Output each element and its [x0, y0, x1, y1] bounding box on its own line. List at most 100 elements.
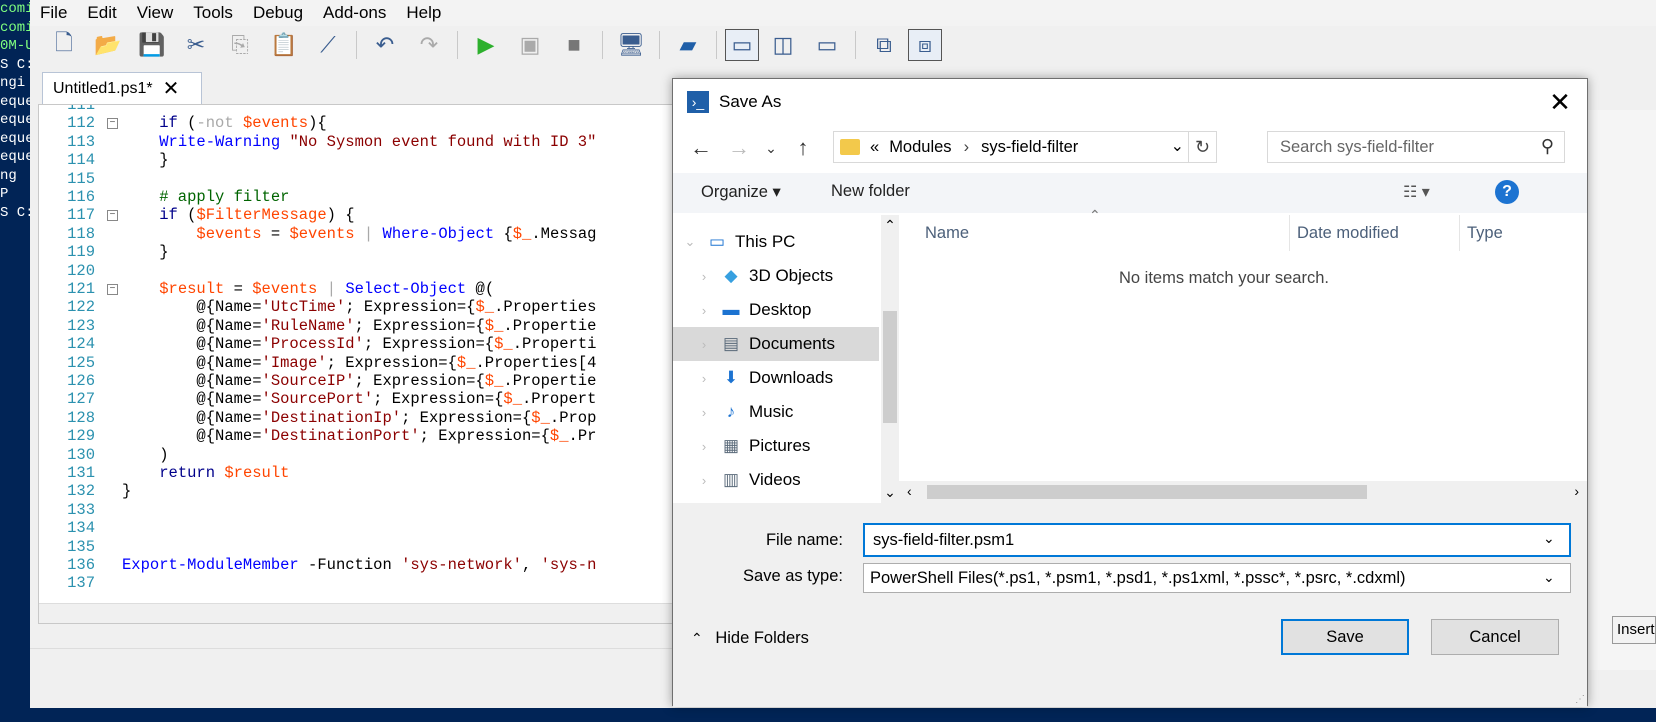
menu-addons[interactable]: Add-ons — [313, 0, 396, 26]
stop-icon[interactable]: ■ — [554, 29, 594, 61]
file-name-field[interactable] — [863, 523, 1571, 557]
editor-horizontal-scrollbar[interactable] — [39, 603, 697, 623]
layout-top-icon[interactable]: ▭ — [725, 29, 759, 61]
menu-debug[interactable]: Debug — [243, 0, 313, 26]
address-dropdown-chevron-icon[interactable]: ⌄ — [1171, 136, 1184, 156]
nav-pane-scrollbar[interactable]: ⌃ ⌄ — [881, 215, 899, 503]
show-command-icon[interactable]: ⧉ — [864, 29, 904, 61]
help-icon[interactable]: ? — [1495, 180, 1519, 204]
breadcrumb-modules[interactable]: Modules — [889, 138, 951, 157]
search-input[interactable]: Search sys-field-filter ⚲ — [1267, 131, 1565, 163]
scroll-thumb[interactable] — [883, 311, 897, 423]
save-as-type-label: Save as type: — [743, 567, 843, 585]
column-type[interactable]: Type — [1459, 215, 1503, 251]
run-script-icon[interactable]: ▶ — [466, 29, 506, 61]
column-date-modified[interactable]: Date modified — [1289, 215, 1399, 251]
scroll-thumb[interactable] — [927, 485, 1367, 499]
line-number: 114 — [67, 151, 95, 170]
nav-item-music[interactable]: › ♪ Music — [673, 395, 879, 429]
collapse-chevron-icon[interactable]: › — [695, 269, 713, 284]
save-as-type-chevron-icon[interactable]: ⌄ — [1543, 569, 1555, 586]
save-icon[interactable]: 💾 — [132, 29, 172, 61]
code-line: 137 — [39, 574, 697, 593]
cancel-button[interactable]: Cancel — [1431, 619, 1559, 655]
fold-toggle-icon[interactable]: − — [107, 284, 118, 295]
nav-item-downloads[interactable]: › ⬇ Downloads — [673, 361, 879, 395]
file-name-dropdown-chevron-icon[interactable]: ⌄ — [1543, 530, 1555, 547]
nav-item-videos[interactable]: › ▥ Videos — [673, 463, 879, 497]
redo-icon[interactable]: ↷ — [409, 29, 449, 61]
tab-title: Untitled1.ps1* — [53, 79, 153, 97]
code-text: } — [122, 243, 169, 262]
close-icon[interactable]: ✕ — [1543, 85, 1577, 119]
column-name[interactable]: Name — [917, 215, 969, 251]
powershell-console-icon[interactable]: ▰ — [668, 29, 708, 61]
scroll-down-icon[interactable]: ⌄ — [881, 484, 899, 501]
clear-console-icon[interactable]: ⟋ — [308, 29, 348, 61]
refresh-icon[interactable]: ↻ — [1188, 132, 1216, 162]
new-file-icon[interactable]: 🗋 — [44, 29, 84, 61]
fold-toggle-icon[interactable]: − — [107, 118, 118, 130]
pictures-icon: ▦ — [722, 436, 740, 455]
line-number: 121 — [67, 280, 95, 298]
this-pc-icon: ▭ — [708, 232, 726, 251]
collapse-chevron-icon[interactable]: › — [695, 439, 713, 454]
cut-icon[interactable]: ✂ — [176, 29, 216, 61]
collapse-chevron-icon[interactable]: › — [695, 473, 713, 488]
breadcrumb-sys-field-filter[interactable]: sys-field-filter — [981, 138, 1078, 157]
nav-item-3d-objects[interactable]: › ◆ 3D Objects — [673, 259, 879, 293]
address-bar[interactable]: « Modules › sys-field-filter ⌄ ↻ — [833, 131, 1217, 163]
menu-tools[interactable]: Tools — [183, 0, 243, 26]
remote-powershell-icon[interactable]: 🖥 — [611, 29, 651, 61]
code-text: @{Name='DestinationIp'; Expression={$_.P… — [122, 408, 597, 427]
scroll-up-icon[interactable]: ⌃ — [881, 217, 899, 234]
up-arrow-icon[interactable]: ↑ — [789, 133, 817, 163]
script-editor[interactable]: 111 112− if (-not $events){113 Write-Warn… — [38, 104, 698, 624]
show-addon-icon[interactable]: ⧈ — [908, 29, 942, 61]
nav-item-desktop[interactable]: › ▬ Desktop — [673, 293, 879, 327]
hide-folders-toggle[interactable]: ⌃ Hide Folders — [691, 629, 809, 648]
menu-file[interactable]: File — [30, 0, 77, 26]
recent-locations-chevron-icon[interactable]: ⌄ — [757, 133, 785, 163]
collapse-chevron-icon[interactable]: › — [695, 405, 713, 420]
scroll-left-icon[interactable]: ‹ — [907, 483, 912, 499]
run-selection-icon[interactable]: ▣ — [510, 29, 550, 61]
change-view-icon[interactable]: ☷ ▾ — [1403, 182, 1430, 202]
save-as-type-select[interactable]: PowerShell Files(*.ps1, *.psm1, *.psd1, … — [863, 563, 1571, 593]
menu-help[interactable]: Help — [396, 0, 451, 26]
new-folder-button[interactable]: New folder — [831, 182, 910, 201]
code-line: 124 @{Name='ProcessId'; Expression={$_.P… — [39, 335, 697, 354]
layout-right-icon[interactable]: ◫ — [763, 29, 803, 61]
line-number: 119 — [67, 243, 95, 262]
fold-toggle-icon[interactable]: − — [107, 210, 118, 222]
collapse-chevron-icon[interactable]: › — [695, 337, 713, 352]
resize-grip-icon[interactable]: ⋰ — [1575, 694, 1585, 705]
layout-max-icon[interactable]: ▭ — [807, 29, 847, 61]
copy-icon[interactable]: ⎘ — [220, 29, 260, 61]
dialog-footer: File name: ⌄ Save as type: PowerShell Fi… — [673, 503, 1587, 707]
back-arrow-icon[interactable]: ← — [687, 133, 715, 163]
nav-item-documents[interactable]: › ▤ Documents — [673, 327, 879, 361]
collapse-chevron-icon[interactable]: › — [695, 303, 713, 318]
menu-view[interactable]: View — [127, 0, 184, 26]
close-tab-icon[interactable]: ✕ — [163, 76, 180, 101]
insert-button[interactable]: Insert — [1612, 616, 1656, 644]
menu-edit[interactable]: Edit — [77, 0, 126, 26]
nav-item-pictures[interactable]: › ▦ Pictures — [673, 429, 879, 463]
code-line: 126 @{Name='SourceIP'; Expression={$_.Pr… — [39, 372, 697, 391]
address-overflow-icon[interactable]: « — [870, 138, 879, 157]
line-number: 130 — [67, 445, 95, 464]
code-line: 130 ) — [39, 446, 697, 465]
scroll-right-icon[interactable]: › — [1574, 483, 1579, 499]
paste-icon[interactable]: 📋 — [264, 29, 304, 61]
file-list-horizontal-scrollbar[interactable]: ‹ › — [899, 481, 1587, 503]
save-button[interactable]: Save — [1281, 619, 1409, 655]
undo-icon[interactable]: ↶ — [365, 29, 405, 61]
forward-arrow-icon[interactable]: → — [725, 133, 753, 163]
organize-menu[interactable]: Organize ▾ — [701, 182, 781, 202]
collapse-chevron-icon[interactable]: › — [695, 371, 713, 386]
open-folder-icon[interactable]: 📂 — [88, 29, 128, 61]
tab-untitled1[interactable]: Untitled1.ps1* ✕ — [42, 72, 202, 104]
expand-chevron-icon[interactable]: ⌄ — [681, 234, 699, 250]
nav-item-this-pc[interactable]: ⌄ ▭ This PC — [673, 225, 879, 259]
